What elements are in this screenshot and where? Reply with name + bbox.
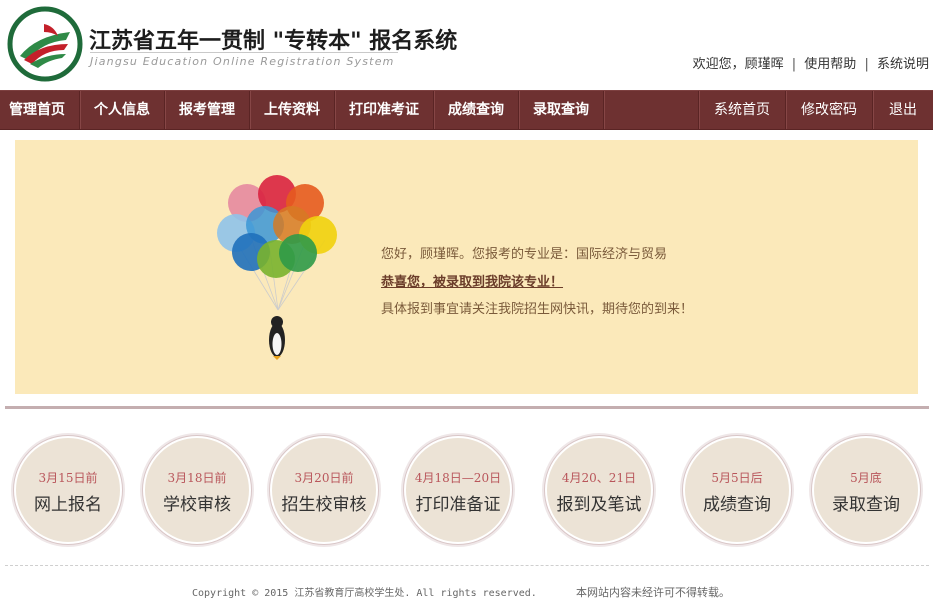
user-links: 欢迎您，顾瑾晖 | 使用帮助 | 系统说明 xyxy=(693,53,929,72)
balloons-penguin-icon xyxy=(217,175,337,360)
nav-item-home[interactable]: 管理首页 xyxy=(0,91,80,129)
step-date: 4月18日—20日 xyxy=(414,471,502,485)
step-label: 打印准备证 xyxy=(415,495,501,515)
step-label: 学校审核 xyxy=(163,495,231,515)
nav-item-change-password[interactable]: 修改密码 xyxy=(785,91,872,129)
nav-item-system-home[interactable]: 系统首页 xyxy=(698,91,785,129)
step-print-ticket: 4月18日—20日 打印准备证 xyxy=(404,436,512,544)
nav-left: 管理首页 个人信息 报考管理 上传资料 打印准考证 成绩查询 录取查询 xyxy=(0,91,604,129)
step-label: 成绩查询 xyxy=(703,495,771,515)
step-check-in-exam: 4月20、21日 报到及笔试 xyxy=(545,436,653,544)
step-date: 3月20日前 xyxy=(294,471,354,485)
main-navbar: 管理首页 个人信息 报考管理 上传资料 打印准考证 成绩查询 录取查询 系统首页… xyxy=(0,90,933,130)
instruction-text: 具体报到事宜请关注我院招生网快讯，期待您的到来！ xyxy=(381,302,694,317)
process-steps: 3月15日前 网上报名 3月18日前 学校审核 3月20日前 招生校审核 4月1… xyxy=(0,436,933,546)
welcome-text: 欢迎您，顾瑾晖 xyxy=(692,57,784,72)
reprint-notice: 本网站内容未经许可不得转载。 xyxy=(576,586,730,599)
admission-notice: 您好，顾瑾晖。您报考的专业是：国际经济与贸易 恭喜您，被录取到我院该专业！ 具体… xyxy=(15,140,918,394)
step-enrolling-school-review: 3月20日前 招生校审核 xyxy=(270,436,378,544)
nav-item-admission[interactable]: 录取查询 xyxy=(519,91,604,129)
nav-item-exam-manage[interactable]: 报考管理 xyxy=(165,91,250,129)
step-label: 录取查询 xyxy=(832,495,900,515)
step-admission-query: 5月底 录取查询 xyxy=(812,436,920,544)
step-date: 5月底 xyxy=(850,471,882,485)
about-link[interactable]: 系统说明 xyxy=(877,57,929,72)
step-label: 报到及笔试 xyxy=(556,495,642,515)
step-online-registration: 3月15日前 网上报名 xyxy=(14,436,122,544)
step-school-review: 3月18日前 学校审核 xyxy=(143,436,251,544)
greeting-text: 您好，顾瑾晖。您报考的专业是：国际经济与贸易 xyxy=(381,247,668,262)
separator: | xyxy=(864,57,869,72)
title-underline xyxy=(90,52,398,53)
header: 江苏省五年一贯制 "专转本" 报名系统 Jiangsu Education On… xyxy=(0,0,933,90)
step-date: 5月5日后 xyxy=(711,471,763,485)
step-date: 3月18日前 xyxy=(167,471,227,485)
copyright-text: Copyright © 2015 江苏省教育厅高校学生处. All rights… xyxy=(192,588,537,599)
nav-item-scores[interactable]: 成绩查询 xyxy=(434,91,519,129)
step-label: 招生校审核 xyxy=(281,495,367,515)
nav-item-profile[interactable]: 个人信息 xyxy=(80,91,165,129)
site-title: 江苏省五年一贯制 "专转本" 报名系统 xyxy=(89,28,458,54)
nav-item-upload[interactable]: 上传资料 xyxy=(250,91,335,129)
nav-item-logout[interactable]: 退出 xyxy=(872,91,933,129)
nav-item-print-ticket[interactable]: 打印准考证 xyxy=(335,91,434,129)
section-divider xyxy=(5,406,929,409)
step-label: 网上报名 xyxy=(34,495,102,515)
admission-result-text: 恭喜您，被录取到我院该专业！ xyxy=(381,275,564,290)
step-date: 4月20、21日 xyxy=(561,471,637,485)
school-logo-icon xyxy=(7,6,83,82)
footer-divider xyxy=(5,565,929,566)
site-subtitle: Jiangsu Education Online Registration Sy… xyxy=(90,55,395,68)
step-score-query: 5月5日后 成绩查询 xyxy=(683,436,791,544)
help-link[interactable]: 使用帮助 xyxy=(804,57,856,72)
step-date: 3月15日前 xyxy=(38,471,98,485)
separator: | xyxy=(791,57,797,72)
nav-right: 系统首页 修改密码 退出 xyxy=(698,91,933,129)
